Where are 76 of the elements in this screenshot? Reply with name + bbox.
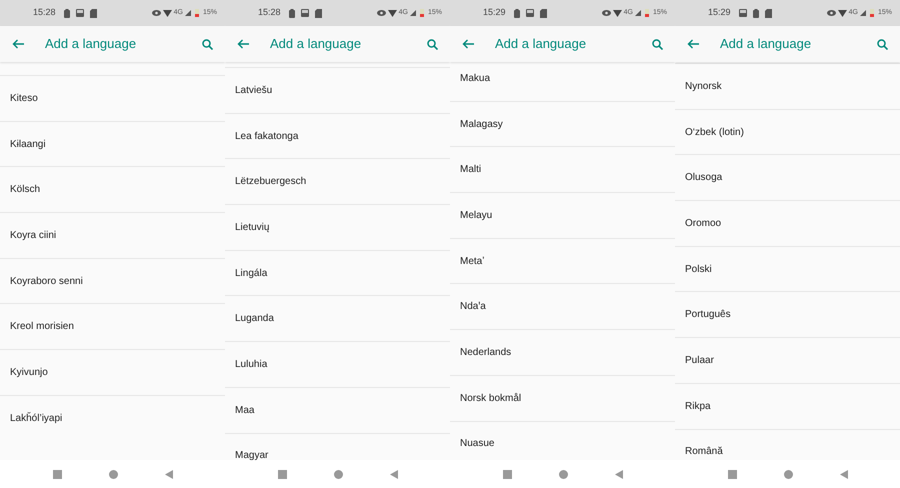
battery-icon [288,8,295,18]
search-icon [652,38,662,50]
battery-icon [870,9,874,17]
signal-icon [860,10,866,16]
search-icon [202,38,212,50]
battery-icon [64,8,70,18]
status-time: 15:29 [708,6,731,20]
eye-icon [602,10,611,16]
triangle-icon [164,470,172,478]
back-arrow-icon [462,39,474,49]
image-icon [738,9,747,17]
screen-title: Add a language [270,35,362,54]
screen-title: Add a language [45,35,136,54]
signal-icon [184,10,191,16]
back-nav-button[interactable] [840,470,848,478]
circle-icon [558,470,568,478]
screen-title: Add a language [495,35,586,54]
recents-button[interactable] [52,470,62,478]
language-item[interactable]: Nynorsk [675,63,900,109]
back-arrow-icon [12,39,24,49]
sd-card-icon [764,8,772,18]
image-icon [300,9,309,17]
circle-icon [334,470,342,478]
back-arrow-icon [237,39,249,49]
language-item[interactable]: Pulaar [675,337,900,383]
sd-card-icon [314,8,322,18]
battery-icon [644,9,649,17]
search-icon [876,38,888,50]
status-time: 15:28 [258,6,281,20]
language-item[interactable]: Olusoga [675,154,900,200]
sd-card-icon [540,8,547,18]
back-nav-button[interactable] [164,470,172,478]
screen-title: Add a language [720,35,812,54]
recents-button[interactable] [502,470,512,478]
status-time: 15:29 [483,6,506,20]
battery-icon [194,9,199,17]
image-icon [526,9,534,17]
language-item[interactable]: O‘zbek (lotin) [675,108,900,154]
square-icon [728,470,736,478]
eye-icon [826,10,836,16]
wifi-icon [838,10,847,16]
search-icon [426,38,438,50]
home-button[interactable] [108,470,118,478]
battery-icon [752,8,759,18]
language-item[interactable]: Polski [675,246,900,292]
recents-button[interactable] [728,470,736,478]
language-item[interactable]: Rikpa [675,382,900,428]
status-time: 15:28 [33,6,56,20]
recents-button[interactable] [278,470,286,478]
battery-icon [420,9,424,17]
language-item[interactable]: Oromoo [675,200,900,246]
signal-icon [410,10,416,16]
home-button[interactable] [784,470,792,478]
eye-icon [376,10,386,16]
triangle-icon [614,470,622,478]
back-nav-button[interactable] [614,470,622,478]
home-button[interactable] [334,470,342,478]
square-icon [502,470,512,478]
battery-icon [514,8,520,18]
sd-card-icon [90,8,97,18]
wifi-icon [162,10,172,16]
circle-icon [784,470,792,478]
wifi-icon [388,10,397,16]
square-icon [52,470,62,478]
eye-icon [152,10,161,16]
image-icon [76,9,84,17]
triangle-icon [840,470,848,478]
circle-icon [108,470,118,478]
signal-icon [634,10,641,16]
home-button[interactable] [558,470,568,478]
wifi-icon [612,10,622,16]
back-nav-button[interactable] [390,470,398,478]
language-item[interactable]: Português [675,291,900,338]
square-icon [278,470,286,478]
triangle-icon [390,470,398,478]
back-arrow-icon [687,39,699,49]
